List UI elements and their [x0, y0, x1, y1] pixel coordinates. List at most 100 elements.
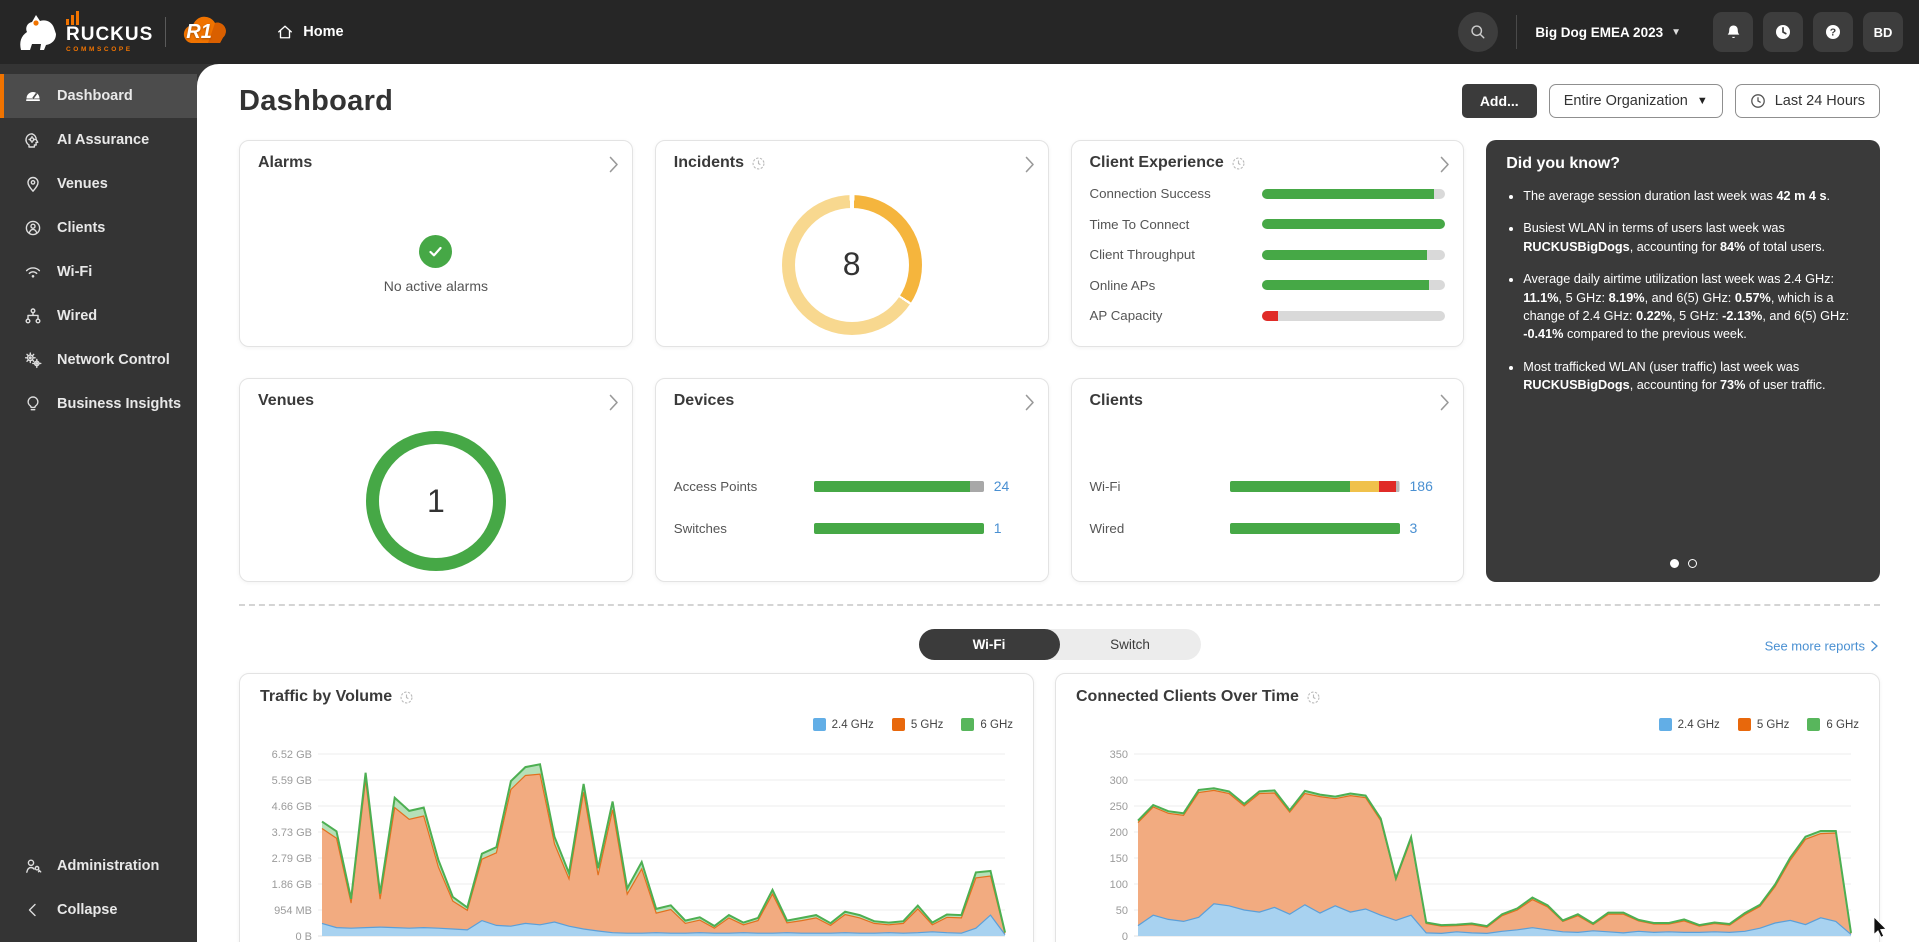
legend-item[interactable]: 6 GHz: [1807, 718, 1859, 731]
bar-segment: [1379, 481, 1396, 492]
help-button[interactable]: ?: [1813, 12, 1853, 52]
legend-label: 2.4 GHz: [832, 719, 874, 731]
svg-text:250: 250: [1110, 801, 1128, 813]
see-more-reports-link[interactable]: See more reports: [1765, 639, 1878, 654]
legend-item[interactable]: 2.4 GHz: [813, 718, 874, 731]
venues-ring[interactable]: 1: [366, 431, 506, 571]
did-you-know-bullet: Busiest WLAN in terms of users last week…: [1523, 219, 1860, 256]
row-label: AP Capacity: [1090, 308, 1262, 323]
time-scope-icon: [1306, 690, 1321, 705]
sidebar-item-dashboard[interactable]: Dashboard: [0, 74, 197, 118]
clock-icon: [1750, 93, 1766, 109]
legend-item[interactable]: 6 GHz: [961, 718, 1013, 731]
legend-item[interactable]: 2.4 GHz: [1659, 718, 1720, 731]
time-range-selector[interactable]: Last 24 Hours: [1735, 84, 1880, 118]
bar-segment: [1262, 311, 1279, 321]
sidebar-item-wired[interactable]: Wired: [0, 294, 197, 338]
alarms-card: Alarms No active alarms: [239, 140, 633, 347]
alarms-status: No active alarms: [384, 278, 488, 294]
clients-card: Clients Wi-Fi186Wired3: [1071, 378, 1465, 582]
incidents-donut[interactable]: 8: [782, 195, 922, 335]
search-button[interactable]: [1458, 12, 1498, 52]
svg-text:5.59 GB: 5.59 GB: [272, 775, 312, 787]
chevron-right-icon[interactable]: [1025, 156, 1035, 178]
legend-label: 2.4 GHz: [1678, 719, 1720, 731]
client-row: Wi-Fi186: [1090, 478, 1446, 494]
did-you-know-list: The average session duration last week w…: [1506, 187, 1860, 395]
row-value-link[interactable]: 24: [994, 478, 1010, 494]
chevron-right-icon[interactable]: [1025, 394, 1035, 416]
did-you-know-bullet: Most trafficked WLAN (user traffic) last…: [1523, 358, 1860, 395]
client-experience-title: Client Experience: [1090, 154, 1224, 172]
org-selector[interactable]: Entire Organization ▼: [1549, 84, 1723, 118]
tenant-selector[interactable]: Big Dog EMEA 2023 ▼: [1535, 25, 1681, 40]
bell-icon: [1724, 23, 1743, 42]
sidebar-item-network-control[interactable]: Network Control: [0, 338, 197, 382]
bar-segment: [1262, 219, 1446, 229]
venues-card: Venues 1: [239, 378, 633, 582]
add-button[interactable]: Add...: [1462, 84, 1537, 118]
progress-bar: [1230, 523, 1400, 534]
activities-button[interactable]: [1763, 12, 1803, 52]
notifications-button[interactable]: [1713, 12, 1753, 52]
sidebar-item-wi-fi[interactable]: Wi-Fi: [0, 250, 197, 294]
chevron-right-icon[interactable]: [609, 394, 619, 416]
bar-segment: [1262, 189, 1435, 199]
sidebar-item-business-insights[interactable]: Business Insights: [0, 382, 197, 426]
clients-chart-plot[interactable]: 350300250200150100500: [1076, 746, 1859, 942]
clock-icon: [1773, 22, 1793, 42]
legend-label: 6 GHz: [1826, 719, 1859, 731]
did-you-know-title: Did you know?: [1506, 155, 1860, 173]
device-row: Switches1: [674, 520, 1030, 536]
sidebar-item-venues[interactable]: Venues: [0, 162, 197, 206]
bar-segment: [1262, 250, 1427, 260]
legend-label: 5 GHz: [911, 719, 944, 731]
sidebar-item-administration[interactable]: Administration: [0, 844, 197, 888]
main-content: Dashboard Add... Entire Organization ▼ L…: [197, 64, 1919, 942]
traffic-by-volume-card: Traffic by Volume 2.4 GHz5 GHz6 GHz 6.52…: [239, 673, 1034, 942]
legend-swatch: [892, 718, 905, 731]
client-experience-row: Client Throughput: [1090, 247, 1446, 262]
caret-down-icon: ▼: [1697, 95, 1708, 107]
clients-chart-title: Connected Clients Over Time: [1076, 688, 1299, 706]
carousel-dot-2[interactable]: [1688, 559, 1697, 568]
client-experience-row: AP Capacity: [1090, 308, 1446, 323]
sidebar-item-collapse[interactable]: Collapse: [0, 888, 197, 932]
row-value-link[interactable]: 186: [1410, 478, 1433, 494]
network-control-icon: [23, 350, 43, 370]
chevron-right-icon[interactable]: [1440, 394, 1450, 416]
progress-bar: [1262, 311, 1446, 321]
row-value-link[interactable]: 3: [1410, 520, 1418, 536]
legend-item[interactable]: 5 GHz: [892, 718, 944, 731]
sidebar-item-ai-assurance[interactable]: AI Assurance: [0, 118, 197, 162]
svg-text:200: 200: [1110, 827, 1128, 839]
tab-wifi[interactable]: Wi-Fi: [919, 629, 1060, 660]
incidents-count: 8: [782, 195, 922, 335]
sidebar-item-label: Network Control: [57, 352, 170, 368]
chevron-right-icon[interactable]: [609, 156, 619, 178]
see-more-label: See more reports: [1765, 639, 1865, 654]
legend-item[interactable]: 5 GHz: [1738, 718, 1790, 731]
tab-switch[interactable]: Switch: [1060, 629, 1201, 660]
mouse-cursor: [1872, 916, 1892, 938]
row-value-link[interactable]: 1: [994, 520, 1002, 536]
did-you-know-bullet: Average daily airtime utilization last w…: [1523, 270, 1860, 344]
devices-title: Devices: [674, 392, 735, 410]
progress-bar: [814, 481, 984, 492]
carousel-dot-1[interactable]: [1670, 559, 1679, 568]
traffic-chart-plot[interactable]: 6.52 GB5.59 GB4.66 GB3.73 GB2.79 GB1.86 …: [260, 746, 1013, 942]
collapse-icon: [23, 900, 43, 920]
svg-text:3.73 GB: 3.73 GB: [272, 827, 312, 839]
home-icon: [276, 23, 294, 41]
dashboard-icon: [23, 86, 43, 106]
chart-legend: 2.4 GHz 5 GHz 6 GHz: [813, 718, 1013, 731]
row-label: Access Points: [674, 479, 814, 494]
signal-bars-icon: [66, 11, 81, 25]
user-avatar[interactable]: BD: [1863, 12, 1903, 52]
row-label: Time To Connect: [1090, 217, 1262, 232]
ruckus-logo: RUCKUS COMMSCOPE: [14, 11, 153, 54]
r1-text: R1: [186, 21, 212, 44]
home-nav[interactable]: Home: [276, 23, 343, 41]
sidebar-item-clients[interactable]: Clients: [0, 206, 197, 250]
chevron-right-icon[interactable]: [1440, 156, 1450, 178]
